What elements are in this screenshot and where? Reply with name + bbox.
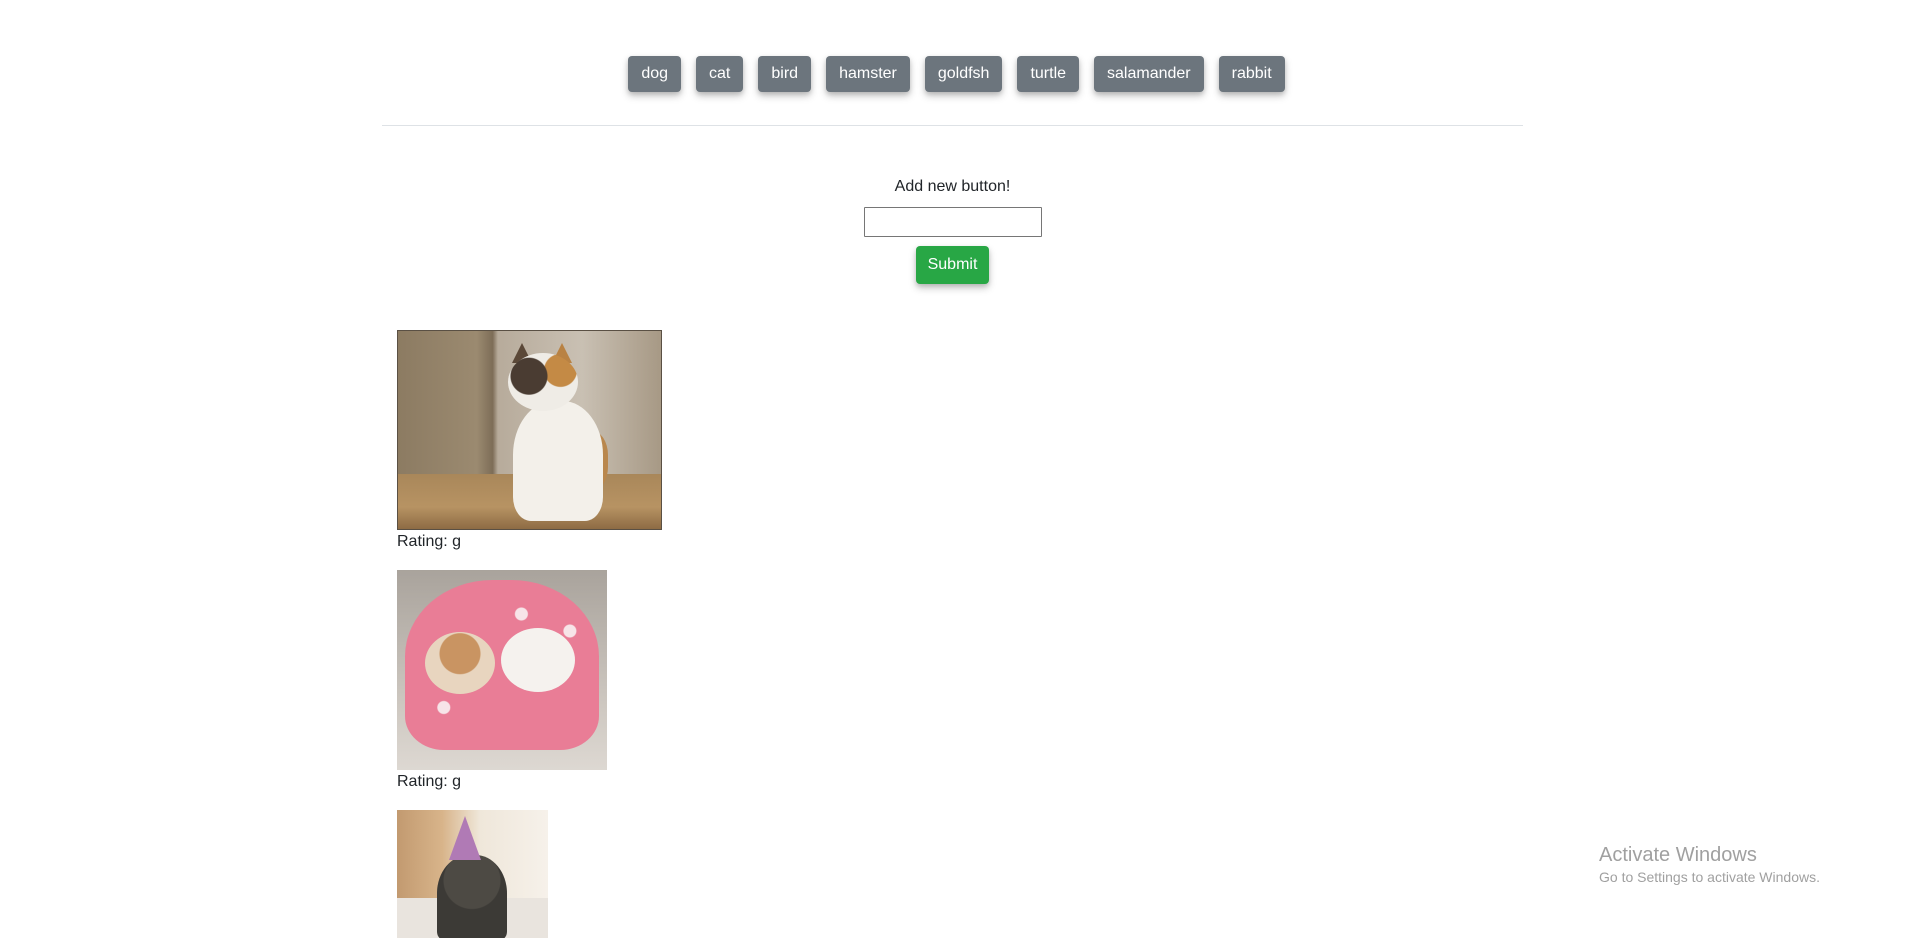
topic-button-turtle[interactable]: turtle: [1017, 56, 1080, 92]
topic-button-cat[interactable]: cat: [696, 56, 744, 92]
topic-button-dog[interactable]: dog: [628, 56, 682, 92]
topic-button-row: dog cat bird hamster goldfsh turtle sala…: [0, 56, 1905, 92]
gif-rating: Rating: g: [397, 773, 462, 790]
topic-button-bird[interactable]: bird: [758, 56, 812, 92]
topic-button-rabbit[interactable]: rabbit: [1218, 56, 1285, 92]
cat-gif-image[interactable]: [397, 810, 548, 938]
gif-item: [397, 810, 797, 938]
gif-rating: Rating: g: [397, 533, 462, 550]
add-button-form: Add new button! Submit: [0, 176, 1905, 284]
topic-button-salamander[interactable]: salamander: [1094, 56, 1204, 92]
topic-button-hamster[interactable]: hamster: [826, 56, 910, 92]
submit-button[interactable]: Submit: [915, 246, 990, 284]
new-button-input[interactable]: [863, 207, 1042, 237]
horizontal-divider: [382, 125, 1523, 126]
gif-item: Rating: g: [397, 570, 797, 792]
windows-activation-watermark: Activate Windows Go to Settings to activ…: [1599, 843, 1820, 887]
gif-results: Rating: g Rating: g: [397, 330, 797, 938]
cat-gif-image[interactable]: [397, 570, 607, 770]
watermark-subtitle: Go to Settings to activate Windows.: [1599, 869, 1820, 885]
cat-gif-image[interactable]: [397, 330, 662, 530]
page: dog cat bird hamster goldfsh turtle sala…: [0, 0, 1905, 938]
add-button-label: Add new button!: [894, 178, 1011, 195]
watermark-title: Activate Windows: [1599, 844, 1757, 866]
topic-button-goldfish[interactable]: goldfsh: [924, 56, 1003, 92]
gif-item: Rating: g: [397, 330, 797, 552]
